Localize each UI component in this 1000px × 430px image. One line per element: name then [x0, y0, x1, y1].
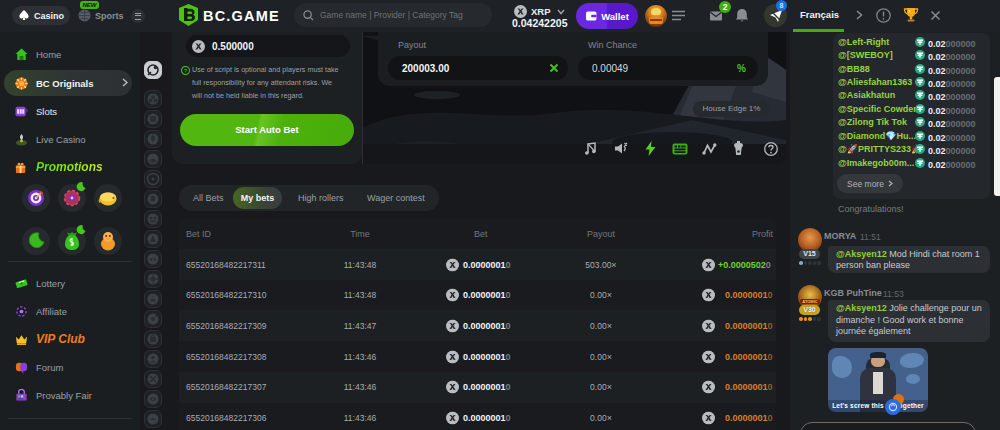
svg-text:?: ?: [184, 68, 188, 74]
